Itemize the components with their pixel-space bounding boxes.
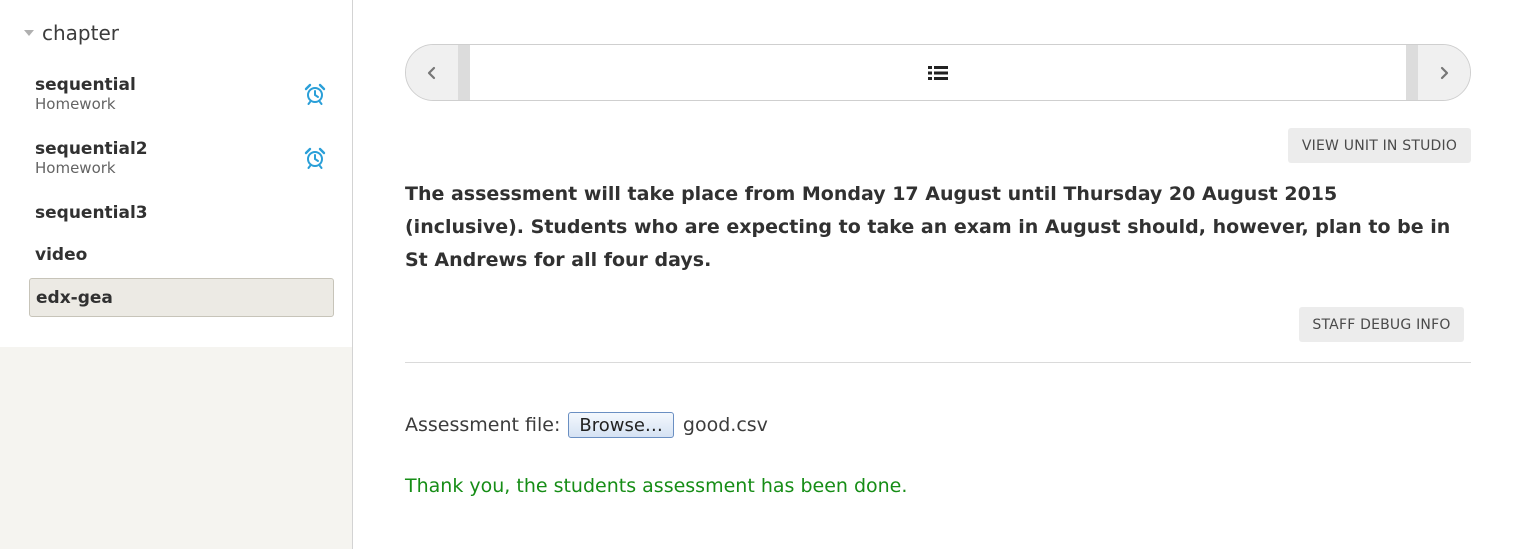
chapter-panel: chapter sequential Homework sequential2 … (0, 0, 352, 347)
sidebar-item-edx-gea[interactable]: edx-gea (29, 278, 334, 317)
browse-button[interactable]: Browse… (568, 412, 674, 438)
list-icon (928, 65, 948, 80)
alarm-clock-icon (304, 147, 326, 169)
assessment-file-label: Assessment file: (405, 414, 561, 436)
chevron-left-icon (427, 66, 436, 79)
course-content: VIEW UNIT IN STUDIO The assessment will … (353, 0, 1517, 549)
sequential3-title: sequential3 (35, 203, 148, 223)
sequential2-title: sequential2 (35, 139, 148, 159)
sequence-navigation (405, 44, 1471, 101)
sidebar-item-sequential3[interactable]: sequential3 (29, 203, 334, 225)
chapter-toggle[interactable]: chapter (24, 20, 119, 46)
assessment-announcement: The assessment will take place from Mond… (405, 183, 1451, 271)
sequential-title: sequential (35, 75, 136, 95)
chapter-title: chapter (42, 21, 119, 45)
staff-debug-info-button[interactable]: STAFF DEBUG INFO (1299, 307, 1464, 342)
sidebar-item-sequential2[interactable]: sequential2 Homework (29, 139, 334, 183)
chevron-right-icon (1440, 66, 1449, 79)
alarm-clock-icon (304, 83, 326, 105)
selected-file-name: good.csv (682, 414, 768, 436)
unit-tab[interactable] (470, 45, 1406, 100)
success-message: Thank you, the students assessment has b… (405, 475, 908, 497)
nav-divider-right (1406, 45, 1418, 100)
nav-divider-left (458, 45, 470, 100)
view-unit-in-studio-button[interactable]: VIEW UNIT IN STUDIO (1288, 128, 1471, 163)
edx-gea-title: edx-gea (36, 287, 113, 308)
assessment-file-row: Assessment file: Browse… good.csv (405, 410, 768, 440)
sidebar-item-video[interactable]: video (29, 245, 334, 267)
video-title: video (35, 245, 88, 265)
courseware-layout: chapter sequential Homework sequential2 … (0, 0, 1517, 549)
sidebar-item-sequential[interactable]: sequential Homework (29, 75, 334, 119)
sequential2-subtitle: Homework (35, 159, 116, 177)
content-divider (405, 362, 1471, 363)
caret-down-icon (24, 30, 34, 36)
course-navigation-sidebar: chapter sequential Homework sequential2 … (0, 0, 353, 549)
previous-unit-button[interactable] (406, 45, 458, 100)
sequential-subtitle: Homework (35, 95, 116, 113)
next-unit-button[interactable] (1418, 45, 1470, 100)
